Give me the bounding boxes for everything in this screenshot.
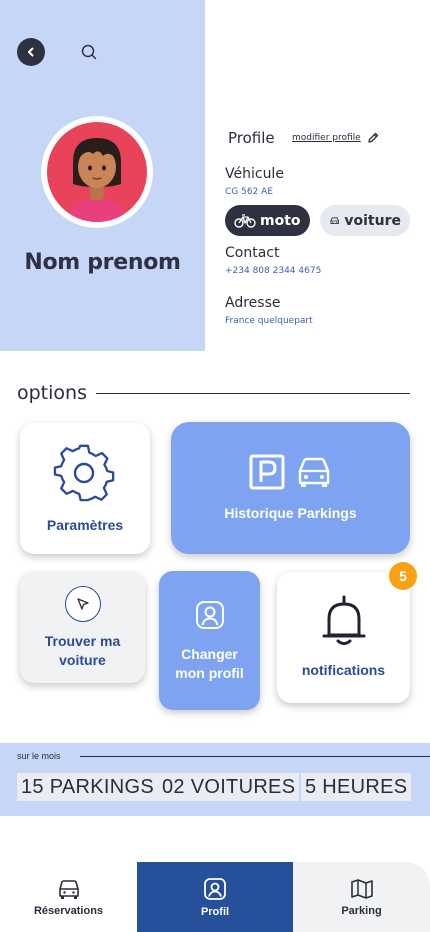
find-car-line-1: Trouver ma [44, 632, 121, 649]
notifications-badge: 5 [389, 562, 417, 590]
bell-icon [322, 595, 365, 645]
user-portrait-icon [195, 600, 224, 629]
change-profile-card[interactable]: Changer mon profil [159, 571, 260, 710]
find-car-card[interactable]: Trouver ma voiture [20, 572, 145, 683]
profile-screen: Nom prenom Profile modifier profile Véhi… [0, 0, 430, 932]
search-icon [81, 44, 97, 60]
cursor-arrow-icon [76, 597, 89, 610]
car-icon [330, 216, 339, 224]
bicycle-icon [234, 213, 256, 228]
nav-item-reservations[interactable]: Réservations [0, 862, 137, 932]
back-button[interactable] [17, 38, 45, 66]
parking-history-card[interactable]: Historique Parkings [171, 422, 410, 554]
stats-divider [80, 756, 430, 757]
history-label: Historique Parkings [224, 504, 357, 521]
contact-phone: +234 808 2344 4675 [225, 266, 322, 276]
bottom-navigation: Réservations Profil Parking [0, 862, 430, 932]
avatar [47, 122, 147, 222]
address-value: France quelquepart [225, 316, 313, 326]
nav-profil-label: Profil [200, 905, 230, 918]
history-icons [249, 454, 333, 490]
stat-heures: 5 HEURES [301, 773, 412, 801]
moto-label: moto [260, 212, 301, 229]
stat-parkings: 15 PARKINGS [17, 773, 158, 801]
nav-reservations-label: Réservations [33, 904, 104, 917]
find-car-label: Trouver ma voiture [45, 632, 120, 670]
vehicle-chip-moto[interactable]: moto [225, 205, 310, 236]
vehicle-label: Véhicule [225, 166, 284, 182]
user-portrait-icon [204, 877, 226, 900]
edit-profile-label: modifier profile [292, 133, 361, 143]
find-car-icon-wrap [64, 585, 101, 622]
options-title: options [17, 382, 87, 404]
contact-label: Contact [225, 245, 280, 261]
car-icon [58, 879, 79, 899]
pencil-icon [368, 132, 378, 143]
parking-sign-icon [249, 454, 284, 489]
stat-voitures: 02 VOITURES [158, 773, 300, 801]
profile-section-title: Profile [228, 129, 275, 147]
address-label: Adresse [225, 295, 281, 311]
change-profile-line-1: Changer [181, 645, 238, 662]
car-front-icon [298, 457, 329, 487]
map-icon [350, 878, 373, 899]
find-car-line-2: voiture [59, 651, 106, 668]
change-profile-line-2: mon profil [175, 664, 244, 681]
notifications-card[interactable]: notifications [277, 572, 410, 703]
notifications-label: notifications [301, 662, 386, 678]
vehicle-chip-voiture[interactable]: voiture [320, 205, 410, 236]
options-divider [96, 393, 410, 394]
voiture-label: voiture [344, 212, 401, 229]
edit-profile-link[interactable]: modifier profile [292, 132, 379, 144]
nav-item-parking[interactable]: Parking [293, 862, 430, 932]
settings-card[interactable]: Paramètres [20, 423, 150, 554]
avatar-illustration [67, 138, 127, 222]
vehicle-plate: CG 562 AE [225, 187, 274, 197]
settings-label: Paramètres [46, 517, 124, 533]
gear-icon [53, 444, 115, 502]
change-profile-label: Changer mon profil [175, 645, 243, 683]
chevron-left-icon [28, 47, 34, 57]
nav-item-profil[interactable]: Profil [137, 862, 293, 932]
search-button[interactable] [79, 42, 99, 62]
stats-caption: sur le mois [17, 751, 61, 761]
nav-parking-label: Parking [341, 904, 382, 917]
user-full-name: Nom prenom [24, 250, 181, 275]
